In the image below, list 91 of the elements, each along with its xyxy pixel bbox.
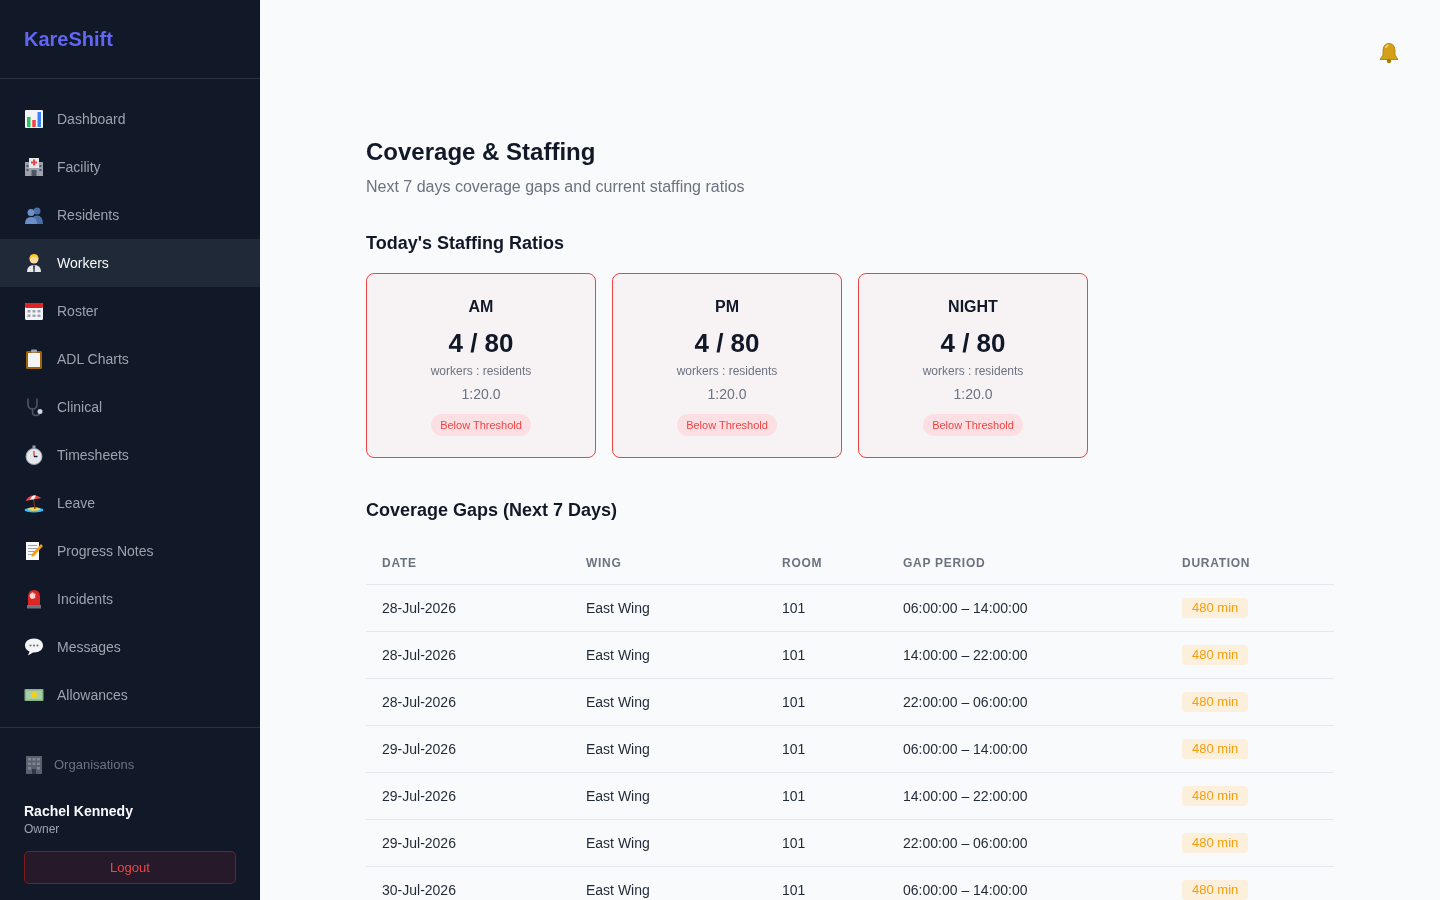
staff-count: 4 / 80 [940, 327, 1006, 359]
table-cell: East Wing [570, 678, 766, 726]
notification-bell-icon[interactable] [1378, 42, 1400, 64]
table-cell: 101 [766, 678, 887, 726]
app-logo[interactable]: KareShift [24, 27, 113, 51]
user-role: Owner [24, 821, 60, 837]
column-header: GAP PERIOD [887, 542, 1166, 585]
duration-tag: 480 min [1182, 598, 1249, 618]
table-cell: 30-Jul-2026 [366, 866, 570, 900]
status-badge: Below Threshold [677, 414, 777, 436]
nav-item[interactable]: Messages [0, 623, 260, 671]
ratio-value: 1:20.0 [461, 385, 501, 404]
nav-item[interactable]: Allowances [0, 671, 260, 719]
table-cell: East Wing [570, 866, 766, 900]
table-cell: 28-Jul-2026 [366, 631, 570, 679]
duration-tag: 480 min [1182, 833, 1249, 853]
section-heading: Coverage Gaps (Next 7 Days) [366, 499, 619, 522]
table-cell: 28-Jul-2026 [366, 584, 570, 632]
table-cell: 101 [766, 631, 887, 679]
duration-tag: 480 min [1182, 692, 1249, 712]
table-cell: East Wing [570, 772, 766, 820]
count-caption: workers : residents [922, 363, 1024, 379]
speech-bubble-icon [24, 637, 44, 657]
column-header: DATE [366, 542, 570, 585]
nav-item[interactable]: Incidents [0, 575, 260, 623]
table-cell: East Wing [570, 819, 766, 867]
table-cell: 14:00:00 – 22:00:00 [887, 772, 1166, 820]
table-cell: 06:00:00 – 14:00:00 [887, 725, 1166, 773]
table-cell: 06:00:00 – 14:00:00 [887, 584, 1166, 632]
ratio-value: 1:20.0 [707, 385, 747, 404]
siren-light-icon [24, 589, 44, 609]
clipboard-icon [24, 349, 44, 369]
table-cell: 101 [766, 772, 887, 820]
person-icon [24, 253, 44, 273]
stopwatch-icon [24, 445, 44, 465]
page-subtitle: Next 7 days coverage gaps and current staffing ratios [366, 177, 746, 197]
duration-tag: 480 min [1182, 645, 1249, 665]
table-cell: 29-Jul-2026 [366, 725, 570, 773]
bar-chart-icon [24, 109, 44, 129]
table-cell: 22:00:00 – 06:00:00 [887, 819, 1166, 867]
logout-button[interactable]: Logout [24, 851, 236, 884]
status-badge: Below Threshold [431, 414, 531, 436]
nav-item[interactable]: Leave [0, 479, 260, 527]
shift-name: PM [715, 297, 739, 317]
table-cell: 06:00:00 – 14:00:00 [887, 866, 1166, 900]
count-caption: workers : residents [676, 363, 778, 379]
nav-item[interactable]: Progress Notes [0, 527, 260, 575]
duration-tag: 480 min [1182, 786, 1249, 806]
section-heading: Today's Staffing Ratios [366, 232, 565, 255]
nav-item[interactable]: Clinical [0, 383, 260, 431]
nav-item[interactable]: Residents [0, 191, 260, 239]
column-header: DURATION [1166, 542, 1334, 585]
staff-count: 4 / 80 [448, 327, 514, 359]
count-caption: workers : residents [430, 363, 532, 379]
organisations-link[interactable]: Organisations [24, 755, 135, 775]
memo-pencil-icon [24, 541, 44, 561]
table-cell: 101 [766, 866, 887, 900]
table-cell: East Wing [570, 725, 766, 773]
shift-name: AM [468, 297, 494, 317]
table-cell: 29-Jul-2026 [366, 819, 570, 867]
table-cell: 101 [766, 819, 887, 867]
duration-tag: 480 min [1182, 880, 1249, 900]
beach-umbrella-icon [24, 493, 44, 513]
nav-item[interactable]: Workers [0, 239, 260, 287]
office-building-icon [24, 755, 44, 775]
column-header: WING [570, 542, 766, 585]
table-cell: 22:00:00 – 06:00:00 [887, 678, 1166, 726]
page-title: Coverage & Staffing [366, 137, 597, 167]
staff-count: 4 / 80 [694, 327, 760, 359]
status-badge: Below Threshold [923, 414, 1023, 436]
table-cell: 101 [766, 584, 887, 632]
hospital-icon [24, 157, 44, 177]
calendar-icon [24, 301, 44, 321]
nav-item[interactable]: Timesheets [0, 431, 260, 479]
table-cell: 29-Jul-2026 [366, 772, 570, 820]
nav-item[interactable]: Dashboard [0, 95, 260, 143]
nav-item[interactable]: ADL Charts [0, 335, 260, 383]
column-header: ROOM [766, 542, 887, 585]
table-cell: 14:00:00 – 22:00:00 [887, 631, 1166, 679]
ratio-value: 1:20.0 [953, 385, 993, 404]
table-cell: East Wing [570, 584, 766, 632]
user-name: Rachel Kennedy [24, 802, 133, 821]
table-cell: 101 [766, 725, 887, 773]
shift-name: NIGHT [948, 297, 998, 317]
stethoscope-icon [24, 397, 44, 417]
nav-item[interactable]: Facility [0, 143, 260, 191]
table-cell: East Wing [570, 631, 766, 679]
two-people-icon [24, 205, 44, 225]
table-cell: 28-Jul-2026 [366, 678, 570, 726]
duration-tag: 480 min [1182, 739, 1249, 759]
nav-item[interactable]: Roster [0, 287, 260, 335]
